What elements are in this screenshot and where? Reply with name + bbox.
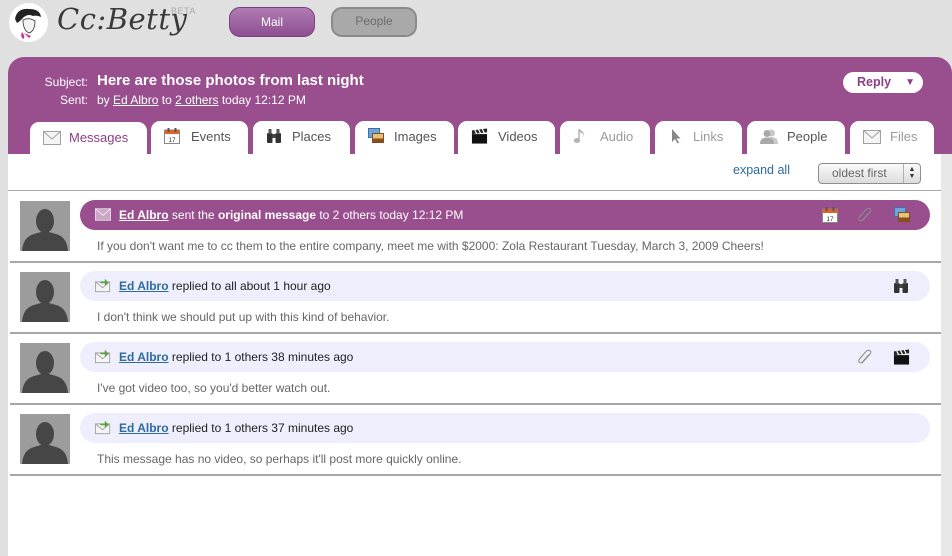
tab-label: Images bbox=[394, 129, 437, 144]
tab-label: Places bbox=[292, 129, 332, 144]
clapperboard-icon bbox=[471, 128, 488, 144]
sender-link[interactable]: Ed Albro bbox=[119, 208, 169, 222]
tab-places[interactable]: Places bbox=[253, 121, 350, 154]
sender-link[interactable]: Ed Albro bbox=[113, 93, 158, 107]
sent-label: Sent: bbox=[59, 93, 88, 107]
binoculars-icon[interactable] bbox=[893, 278, 909, 294]
thread-header: Subject: Here are those photos from last… bbox=[8, 57, 952, 155]
top-bar: Cc:Betty BETA Mail People bbox=[0, 0, 952, 46]
images-icon[interactable] bbox=[894, 207, 910, 223]
message-item[interactable]: Ed Albro replied to 1 others 37 minutes … bbox=[8, 405, 941, 476]
action-bold-text: original message bbox=[217, 208, 316, 222]
cursor-icon bbox=[668, 128, 684, 144]
sort-order-select[interactable]: oldest first ▲ ▼ bbox=[818, 163, 921, 184]
tab-links[interactable]: Links bbox=[655, 121, 742, 154]
message-item[interactable]: Ed Albro replied to all about 1 hour ago… bbox=[8, 263, 941, 334]
envelope-reply-icon bbox=[95, 348, 111, 364]
stepper-arrows-icon: ▲ ▼ bbox=[903, 164, 920, 183]
person-icon bbox=[760, 128, 778, 144]
sent-info: by Ed Albro to 2 others today 12:12 PM bbox=[97, 93, 306, 107]
message-header[interactable]: Ed Albro replied to all about 1 hour ago bbox=[80, 271, 930, 301]
message-summary: Ed Albro replied to 1 others 38 minutes … bbox=[119, 350, 353, 364]
logo-avatar-icon bbox=[9, 3, 48, 42]
message-body: This message has no video, so perhaps it… bbox=[97, 452, 462, 466]
envelope-icon bbox=[863, 130, 881, 144]
message-summary: Ed Albro replied to 1 others 37 minutes … bbox=[119, 421, 353, 435]
message-summary: Ed Albro sent the original message to 2 … bbox=[119, 208, 463, 222]
images-icon bbox=[368, 128, 384, 144]
message-header[interactable]: Ed Albro replied to 1 others 37 minutes … bbox=[80, 413, 930, 443]
person-silhouette-icon bbox=[20, 272, 70, 322]
sent-prefix: by bbox=[97, 93, 110, 107]
sent-to-word: to bbox=[161, 93, 172, 107]
action-text: replied to 1 others 38 minutes ago bbox=[171, 350, 354, 364]
message-header[interactable]: Ed Albro sent the original message to 2 … bbox=[80, 200, 930, 230]
message-body: I've got video too, so you'd better watc… bbox=[97, 381, 331, 395]
tab-label: Messages bbox=[69, 130, 129, 145]
person-silhouette-icon bbox=[20, 201, 70, 251]
recipients-link[interactable]: 2 others bbox=[175, 93, 218, 107]
message-body: I don't think we should put up with this… bbox=[97, 310, 390, 324]
envelope-icon bbox=[95, 208, 111, 221]
avatar bbox=[20, 343, 70, 393]
app-logo: Cc:Betty bbox=[57, 2, 188, 36]
tab-label: Files bbox=[890, 129, 918, 144]
caret-down-icon[interactable]: ▼ bbox=[905, 72, 915, 93]
paperclip-icon[interactable] bbox=[857, 207, 873, 223]
subject-label: Subject: bbox=[44, 75, 88, 89]
message-item[interactable]: Ed Albro sent the original message to 2 … bbox=[8, 192, 941, 263]
sender-link[interactable]: Ed Albro bbox=[119, 279, 169, 293]
reply-label: Reply bbox=[857, 75, 892, 89]
calendar-icon bbox=[164, 128, 180, 144]
divider bbox=[10, 474, 941, 476]
envelope-reply-icon bbox=[95, 419, 111, 435]
thread-panel: Subject: Here are those photos from last… bbox=[8, 57, 952, 556]
person-silhouette-icon bbox=[20, 343, 70, 393]
avatar bbox=[20, 414, 70, 464]
music-note-icon bbox=[573, 128, 589, 144]
tab-messages[interactable]: Messages bbox=[30, 122, 147, 155]
tab-label: People bbox=[787, 129, 828, 144]
sort-selected-value: oldest first bbox=[832, 166, 887, 180]
sent-time: today 12:12 PM bbox=[221, 93, 306, 107]
tab-label: Videos bbox=[498, 129, 538, 144]
sender-link[interactable]: Ed Albro bbox=[119, 350, 169, 364]
tab-images[interactable]: Images bbox=[355, 121, 454, 154]
avatar bbox=[20, 201, 70, 251]
calendar-icon[interactable] bbox=[822, 207, 838, 223]
tab-audio[interactable]: Audio bbox=[560, 121, 650, 154]
tab-label: Audio bbox=[600, 129, 634, 144]
tab-events[interactable]: Events bbox=[151, 121, 248, 154]
expand-all-link[interactable]: expand all bbox=[733, 163, 790, 177]
person-silhouette-icon bbox=[20, 414, 70, 464]
envelope-icon bbox=[43, 131, 61, 145]
action-text: sent the bbox=[171, 208, 215, 222]
message-item[interactable]: Ed Albro replied to 1 others 38 minutes … bbox=[8, 334, 941, 405]
action-text: to 2 others today 12:12 PM bbox=[319, 208, 464, 222]
nav-people-button[interactable]: People bbox=[331, 7, 417, 37]
avatar bbox=[20, 272, 70, 322]
tab-label: Events bbox=[191, 129, 231, 144]
thread-subject: Here are those photos from last night bbox=[97, 72, 364, 89]
reply-button[interactable]: Reply ▼ bbox=[843, 72, 923, 93]
clapperboard-icon[interactable] bbox=[893, 349, 910, 365]
message-body: If you don't want me to cc them to the e… bbox=[97, 239, 764, 253]
tab-videos[interactable]: Videos bbox=[458, 121, 555, 154]
scrollbar-track[interactable] bbox=[941, 154, 952, 556]
divider bbox=[8, 190, 952, 191]
envelope-reply-icon bbox=[95, 277, 111, 293]
paperclip-icon[interactable] bbox=[857, 349, 873, 365]
tab-people[interactable]: People bbox=[747, 121, 845, 154]
tab-label: Links bbox=[693, 129, 724, 144]
nav-mail-button[interactable]: Mail bbox=[229, 7, 315, 37]
beta-badge: BETA bbox=[171, 6, 196, 16]
binoculars-icon bbox=[266, 128, 282, 144]
action-text: replied to 1 others 37 minutes ago bbox=[171, 421, 354, 435]
action-text: replied to all about 1 hour ago bbox=[171, 279, 331, 293]
message-summary: Ed Albro replied to all about 1 hour ago bbox=[119, 279, 331, 293]
tab-files[interactable]: Files bbox=[850, 121, 934, 154]
sender-link[interactable]: Ed Albro bbox=[119, 421, 169, 435]
content-tabs: Messages Events Places Images Videos Aud… bbox=[30, 121, 940, 155]
message-header[interactable]: Ed Albro replied to 1 others 38 minutes … bbox=[80, 342, 930, 372]
